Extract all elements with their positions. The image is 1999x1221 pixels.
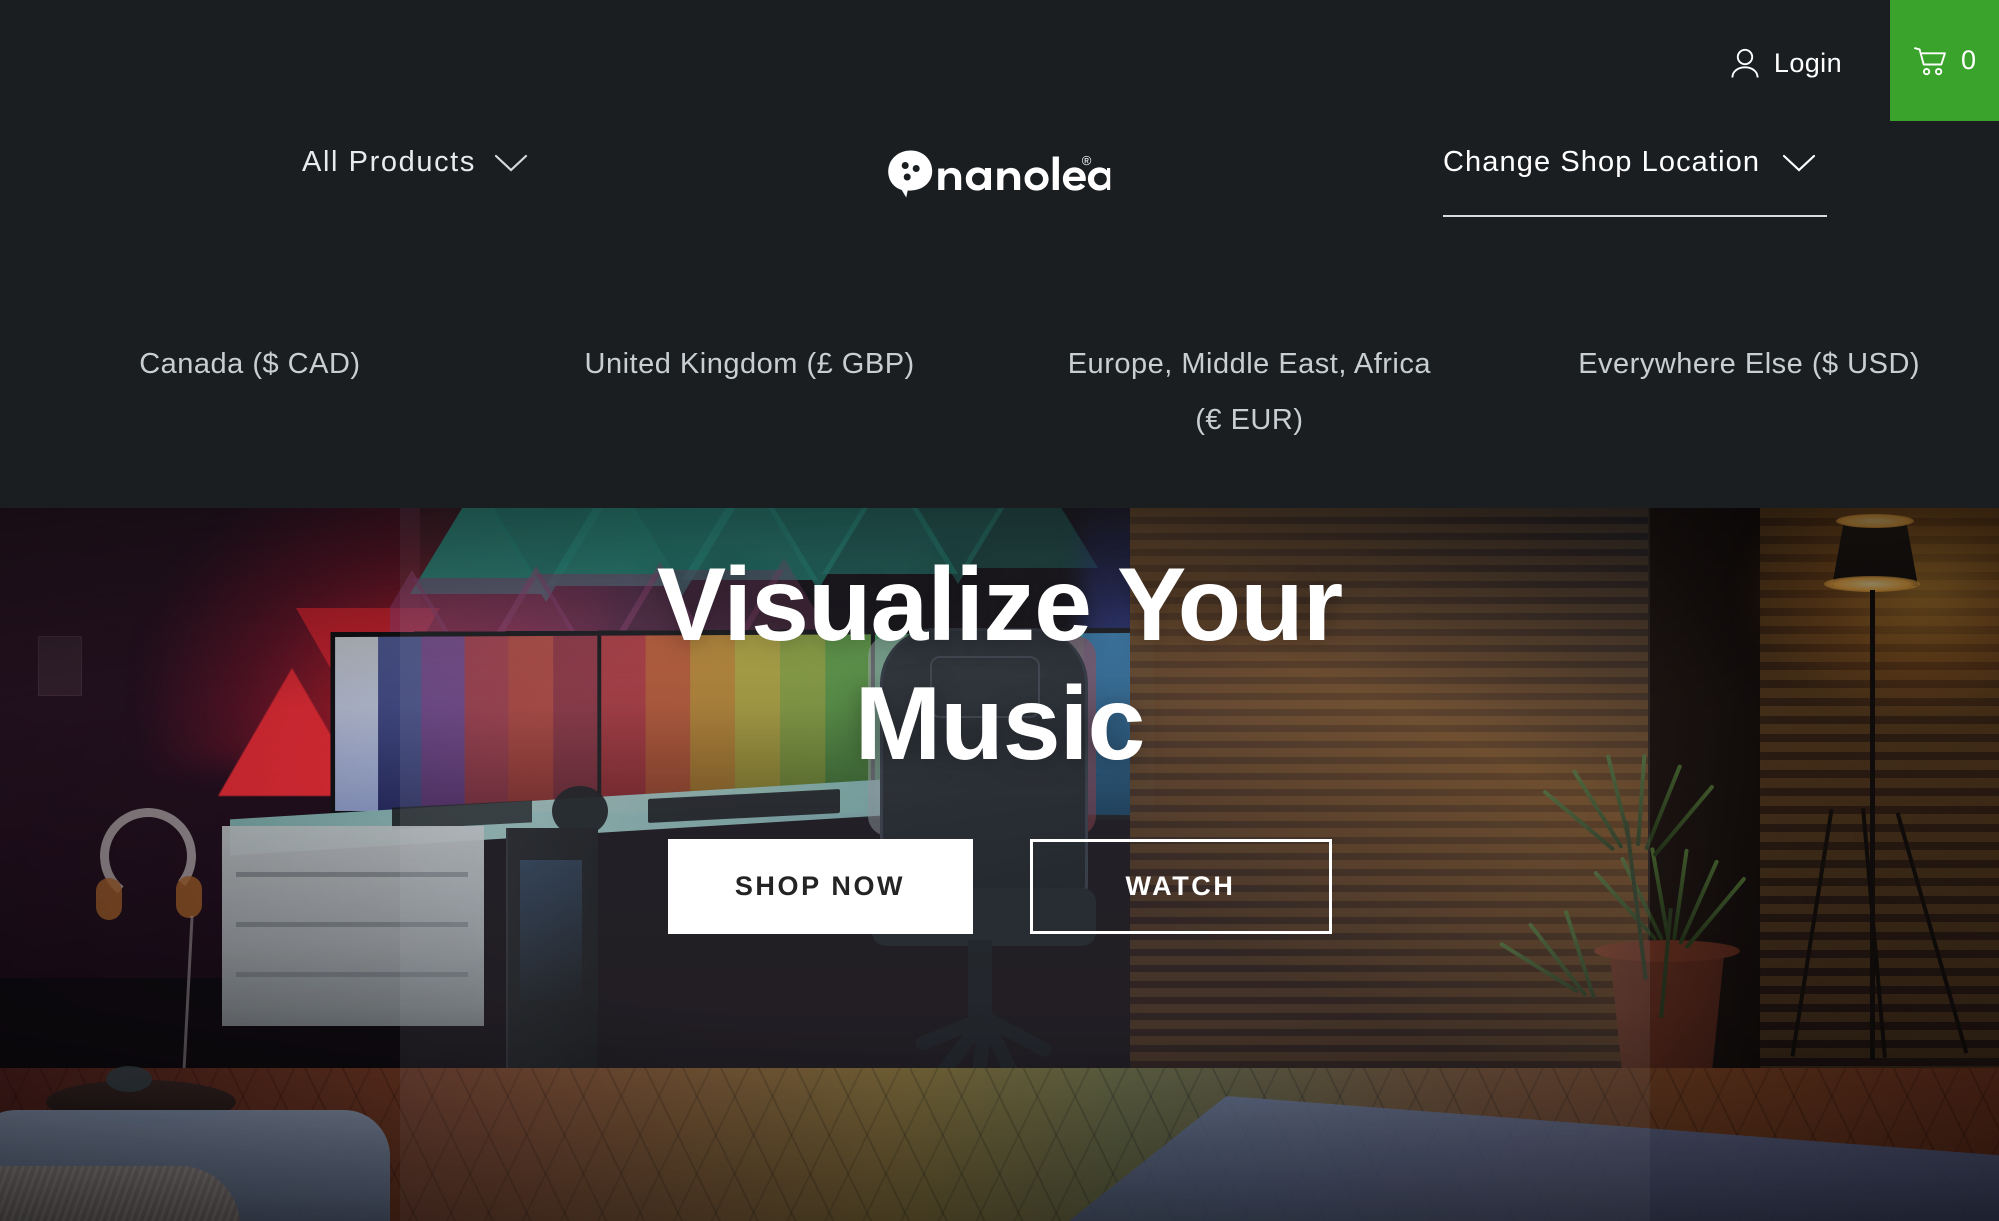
shop-now-button[interactable]: SHOP NOW [667, 839, 973, 935]
shop-location-options: Canada ($ CAD) United Kingdom (£ GBP) Eu… [0, 318, 1999, 508]
cart-button[interactable]: 0 [1890, 0, 1999, 121]
nanoleaf-leaf-icon [887, 150, 932, 198]
hero-headline-line-2: Music [854, 665, 1146, 782]
watch-button[interactable]: WATCH [1029, 839, 1332, 935]
top-utility-bar: Login 0 [0, 0, 1999, 122]
hero-cta-group: SHOP NOW WATCH [667, 839, 1332, 935]
main-navigation: All Products ® Change Shop Location [0, 122, 1999, 232]
top-utility-right-group: Login 0 [1729, 0, 1999, 122]
nav-all-products[interactable]: All Products [302, 146, 528, 179]
user-icon [1729, 46, 1761, 80]
shop-location-option-emea[interactable]: Europe, Middle East, Africa (€ EUR) [1000, 318, 1500, 508]
nav-all-products-label: All Products [302, 146, 476, 178]
change-shop-location-label: Change Shop Location [1443, 146, 1761, 178]
hero-headline-line-1: Visualize Your [656, 547, 1343, 663]
trademark-symbol: ® [1081, 152, 1092, 168]
change-shop-location-label-row: Change Shop Location [1443, 146, 1827, 179]
shop-location-option-everywhere-else[interactable]: Everywhere Else ($ USD) [1499, 318, 1999, 508]
brand-logo[interactable]: ® [880, 146, 1120, 200]
shop-location-underline [1443, 215, 1827, 217]
chevron-down-icon [494, 153, 528, 173]
change-shop-location[interactable]: Change Shop Location [1443, 146, 1827, 217]
shop-location-option-canada[interactable]: Canada ($ CAD) [0, 318, 500, 508]
hero-banner: Visualize Your Music SHOP NOW WATCH [0, 508, 1999, 1221]
cart-count: 0 [1960, 45, 1977, 75]
hero-headline: Visualize Your Music [590, 546, 1410, 783]
chevron-down-icon [1782, 153, 1816, 173]
hero-content: Visualize Your Music SHOP NOW WATCH [0, 508, 1999, 1221]
login-button[interactable]: Login [1729, 46, 1842, 80]
shop-location-option-uk[interactable]: United Kingdom (£ GBP) [500, 318, 1000, 508]
login-label: Login [1773, 47, 1842, 78]
shopping-cart-icon [1913, 45, 1949, 77]
